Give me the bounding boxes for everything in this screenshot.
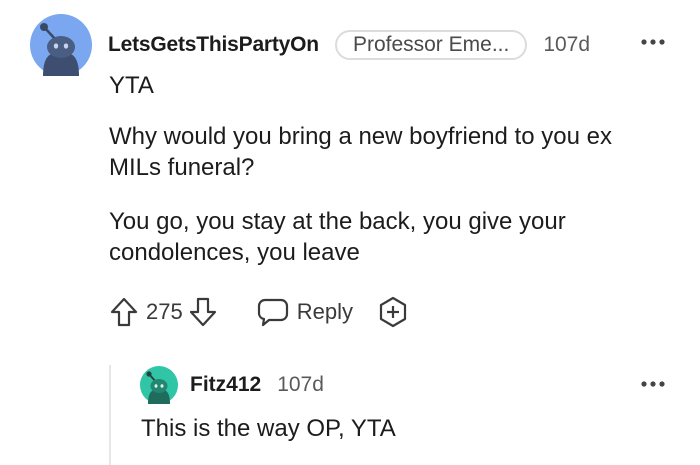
comment-paragraph: Why would you bring a new boyfriend to y… xyxy=(109,123,612,181)
reply-button[interactable]: Reply xyxy=(257,297,353,327)
comment: LetsGetsThisPartyOn Professor Eme... 107… xyxy=(0,0,700,465)
comment-paragraph: You go, you stay at the back, you give y… xyxy=(109,208,566,266)
reply-timestamp: 107d xyxy=(277,373,324,396)
more-options-button[interactable] xyxy=(640,30,666,54)
thread-line[interactable] xyxy=(109,365,111,465)
reply-body: This is the way OP, YTA xyxy=(141,415,396,442)
user-avatar[interactable] xyxy=(30,14,92,76)
reply-header: Fitz412 107d xyxy=(190,370,324,400)
reply-username[interactable]: Fitz412 xyxy=(190,373,261,397)
reply-user-avatar[interactable] xyxy=(140,366,178,404)
award-button[interactable] xyxy=(377,295,409,329)
more-options-icon xyxy=(641,381,665,387)
snoo-avatar-icon xyxy=(140,366,178,404)
comment-action-bar: 275 Reply xyxy=(108,294,409,330)
comment-header: LetsGetsThisPartyOn Professor Eme... 107… xyxy=(108,27,590,63)
upvote-arrow-icon xyxy=(110,297,138,327)
downvote-arrow-icon xyxy=(189,297,216,327)
vote-score: 275 xyxy=(146,299,183,324)
comment-timestamp: 107d xyxy=(543,33,591,56)
comment-paragraph: YTA xyxy=(109,72,154,99)
comment-username[interactable]: LetsGetsThisPartyOn xyxy=(108,33,319,57)
snoo-avatar-icon xyxy=(30,14,92,76)
award-plus-icon xyxy=(379,296,407,328)
downvote-button[interactable] xyxy=(187,295,219,329)
upvote-button[interactable] xyxy=(108,295,140,329)
reply-more-options-button[interactable] xyxy=(640,374,666,394)
speech-bubble-icon xyxy=(257,298,288,327)
more-options-icon xyxy=(641,39,665,45)
user-flair: Professor Eme... xyxy=(334,30,528,60)
reply-label: Reply xyxy=(296,299,353,324)
